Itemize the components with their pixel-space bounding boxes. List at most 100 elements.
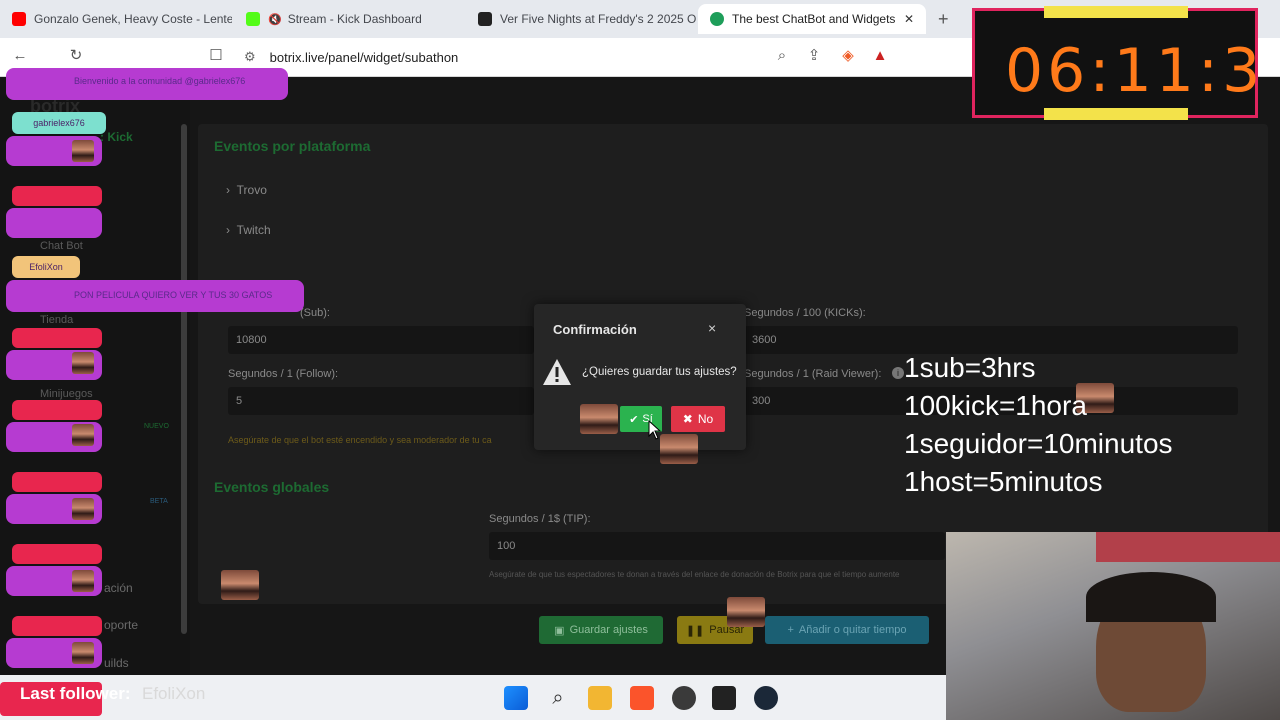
chat-emote-image xyxy=(72,498,94,520)
kicks-seconds-input[interactable]: 3600 xyxy=(744,326,1238,354)
tab-youtube[interactable]: Gonzalo Genek, Heavy Coste - Lente xyxy=(0,4,232,34)
accordion-trovo[interactable]: › Trovo xyxy=(226,183,267,197)
bookmark-icon[interactable]: ☐ xyxy=(206,46,226,66)
kick-icon xyxy=(246,12,260,26)
save-settings-button[interactable]: ▣ Guardar ajustes xyxy=(539,616,663,644)
rule-kick: 100kick=1hora xyxy=(904,390,1087,421)
rule-sub: 1sub=3hrs xyxy=(904,352,1036,383)
close-tab-icon[interactable]: ✕ xyxy=(904,12,914,26)
chat-username xyxy=(12,400,102,420)
check-icon: ✔ xyxy=(629,413,639,426)
dialog-message: ¿Quieres guardar tus ajustes? xyxy=(582,366,737,378)
add-time-button[interactable]: + Añadir o quitar tiempo xyxy=(765,616,929,644)
steam-icon[interactable] xyxy=(754,686,778,710)
sidebar-item-chatbot[interactable]: Chat Bot xyxy=(40,240,83,252)
close-icon[interactable]: × xyxy=(708,320,716,336)
streamer-hair xyxy=(1086,572,1216,622)
site-info-icon[interactable]: ⚙ xyxy=(244,49,256,65)
info-icon[interactable]: i xyxy=(892,367,904,379)
meme-emote-image xyxy=(221,570,259,600)
follow-seconds-input[interactable]: 5 xyxy=(228,387,534,415)
sidebar-item-builds[interactable]: uilds xyxy=(104,656,129,670)
url-text: botrix.live/panel/widget/subathon xyxy=(269,49,459,65)
meme-emote-image xyxy=(580,404,618,434)
chat-emote-image xyxy=(72,424,94,446)
sidebar-item-support[interactable]: oporte xyxy=(104,618,138,632)
chat-message-text: Bienvenido a la comunidad @gabrielex676 xyxy=(74,76,246,86)
chat-username xyxy=(12,472,102,492)
brave-browser-icon[interactable] xyxy=(630,686,654,710)
background-fabric xyxy=(1096,532,1280,562)
rule-host: 1host=5minutos xyxy=(904,466,1103,497)
app-icon[interactable] xyxy=(672,686,696,710)
back-icon[interactable]: ← xyxy=(10,46,30,66)
beta-badge: BETA xyxy=(150,498,168,505)
reload-icon[interactable]: ↻ xyxy=(66,46,86,66)
chat-username xyxy=(12,616,102,636)
global-events-title: Eventos globales xyxy=(214,479,330,495)
timer-accent-top xyxy=(1044,6,1188,18)
chat-username: gabrielex676 xyxy=(12,112,106,134)
accordion-label: Trovo xyxy=(236,183,267,197)
pause-icon: ❚❚ xyxy=(685,624,705,637)
kicks-label: Segundos / 100 (KICKs): xyxy=(744,307,866,319)
tip-hint: Asegúrate de que tus espectadores te don… xyxy=(489,570,900,579)
chat-message xyxy=(6,208,102,238)
new-tab-button[interactable]: + xyxy=(938,9,949,30)
tab-label: Gonzalo Genek, Heavy Coste - Lente xyxy=(34,12,232,26)
youtube-icon xyxy=(12,12,26,26)
button-label: Guardar ajustes xyxy=(569,624,648,636)
chevron-right-icon: › xyxy=(226,183,237,197)
sidebar-item-minijuegos[interactable]: Minijuegos xyxy=(40,388,93,400)
accordion-twitch[interactable]: › Twitch xyxy=(226,223,271,237)
tab-label: Stream - Kick Dashboard xyxy=(287,12,422,26)
brave-rewards-icon[interactable]: ▲ xyxy=(870,46,890,66)
rule-follow: 1seguidor=10minutos xyxy=(904,428,1173,459)
webcam-feed xyxy=(946,532,1280,720)
brave-shield-icon[interactable]: ◈ xyxy=(838,46,858,66)
chat-username xyxy=(12,544,102,564)
sub-label: (Sub): xyxy=(300,307,330,319)
confirm-no-button[interactable]: ✖ No xyxy=(671,406,725,432)
chat-username: EfoliXon xyxy=(12,256,80,278)
chat-emote-image xyxy=(72,570,94,592)
tab-label: Ver Five Nights at Freddy's 2 2025 On xyxy=(500,12,696,26)
tab-label: The best ChatBot and Widgets fo xyxy=(732,12,898,26)
search-icon[interactable]: ⌕ xyxy=(546,686,570,710)
new-badge: NUEVO xyxy=(144,423,169,430)
meme-emote-image xyxy=(727,597,765,627)
muted-icon: 🔇 xyxy=(268,13,282,26)
tab-kick-dashboard[interactable]: 🔇 Stream - Kick Dashboard xyxy=(234,4,464,34)
timer-accent-bottom xyxy=(1044,108,1188,120)
zoom-icon[interactable]: ⌕ xyxy=(772,46,792,66)
chat-message-text: PON PELICULA QUIERO VER Y TUS 30 GATOS xyxy=(74,290,273,300)
chat-emote-image xyxy=(72,352,94,374)
tab-botrix[interactable]: The best ChatBot and Widgets fo ✕ xyxy=(698,4,926,34)
url-field[interactable]: ⚙ botrix.live/panel/widget/subathon xyxy=(244,44,844,70)
follow-label: Segundos / 1 (Follow): xyxy=(228,368,339,380)
timer-value: 06:11:3 xyxy=(1005,36,1265,106)
sidebar-item-donation[interactable]: ación xyxy=(104,581,133,595)
sidebar-scrollbar[interactable] xyxy=(181,124,187,634)
tip-seconds-input[interactable]: 100 xyxy=(489,532,945,560)
chat-username xyxy=(12,186,102,206)
video-icon xyxy=(478,12,492,26)
bot-hint: Asegúrate de que el bot esté encendido y… xyxy=(228,435,492,445)
raid-label: Segundos / 1 (Raid Viewer): xyxy=(744,368,882,380)
button-label: No xyxy=(697,412,714,426)
last-follower-name: EfoliXon xyxy=(142,684,206,703)
platform-label: : Kick xyxy=(100,130,133,144)
tab-fnaf[interactable]: Ver Five Nights at Freddy's 2 2025 On xyxy=(466,4,696,34)
x-icon: ✖ xyxy=(682,412,693,426)
sidebar-item-tienda[interactable]: Tienda xyxy=(40,314,73,326)
windows-start-icon[interactable] xyxy=(504,686,528,710)
share-icon[interactable]: ⇪ xyxy=(804,46,824,66)
sub-seconds-input[interactable]: 10800 xyxy=(228,326,534,354)
chat-emote-image xyxy=(72,642,94,664)
tip-label: Segundos / 1$ (TIP): xyxy=(489,513,591,525)
epic-games-icon[interactable] xyxy=(712,686,736,710)
chat-emote-image xyxy=(72,140,94,162)
meme-emote-image xyxy=(660,434,698,464)
warning-icon xyxy=(542,358,572,391)
file-explorer-icon[interactable] xyxy=(588,686,612,710)
